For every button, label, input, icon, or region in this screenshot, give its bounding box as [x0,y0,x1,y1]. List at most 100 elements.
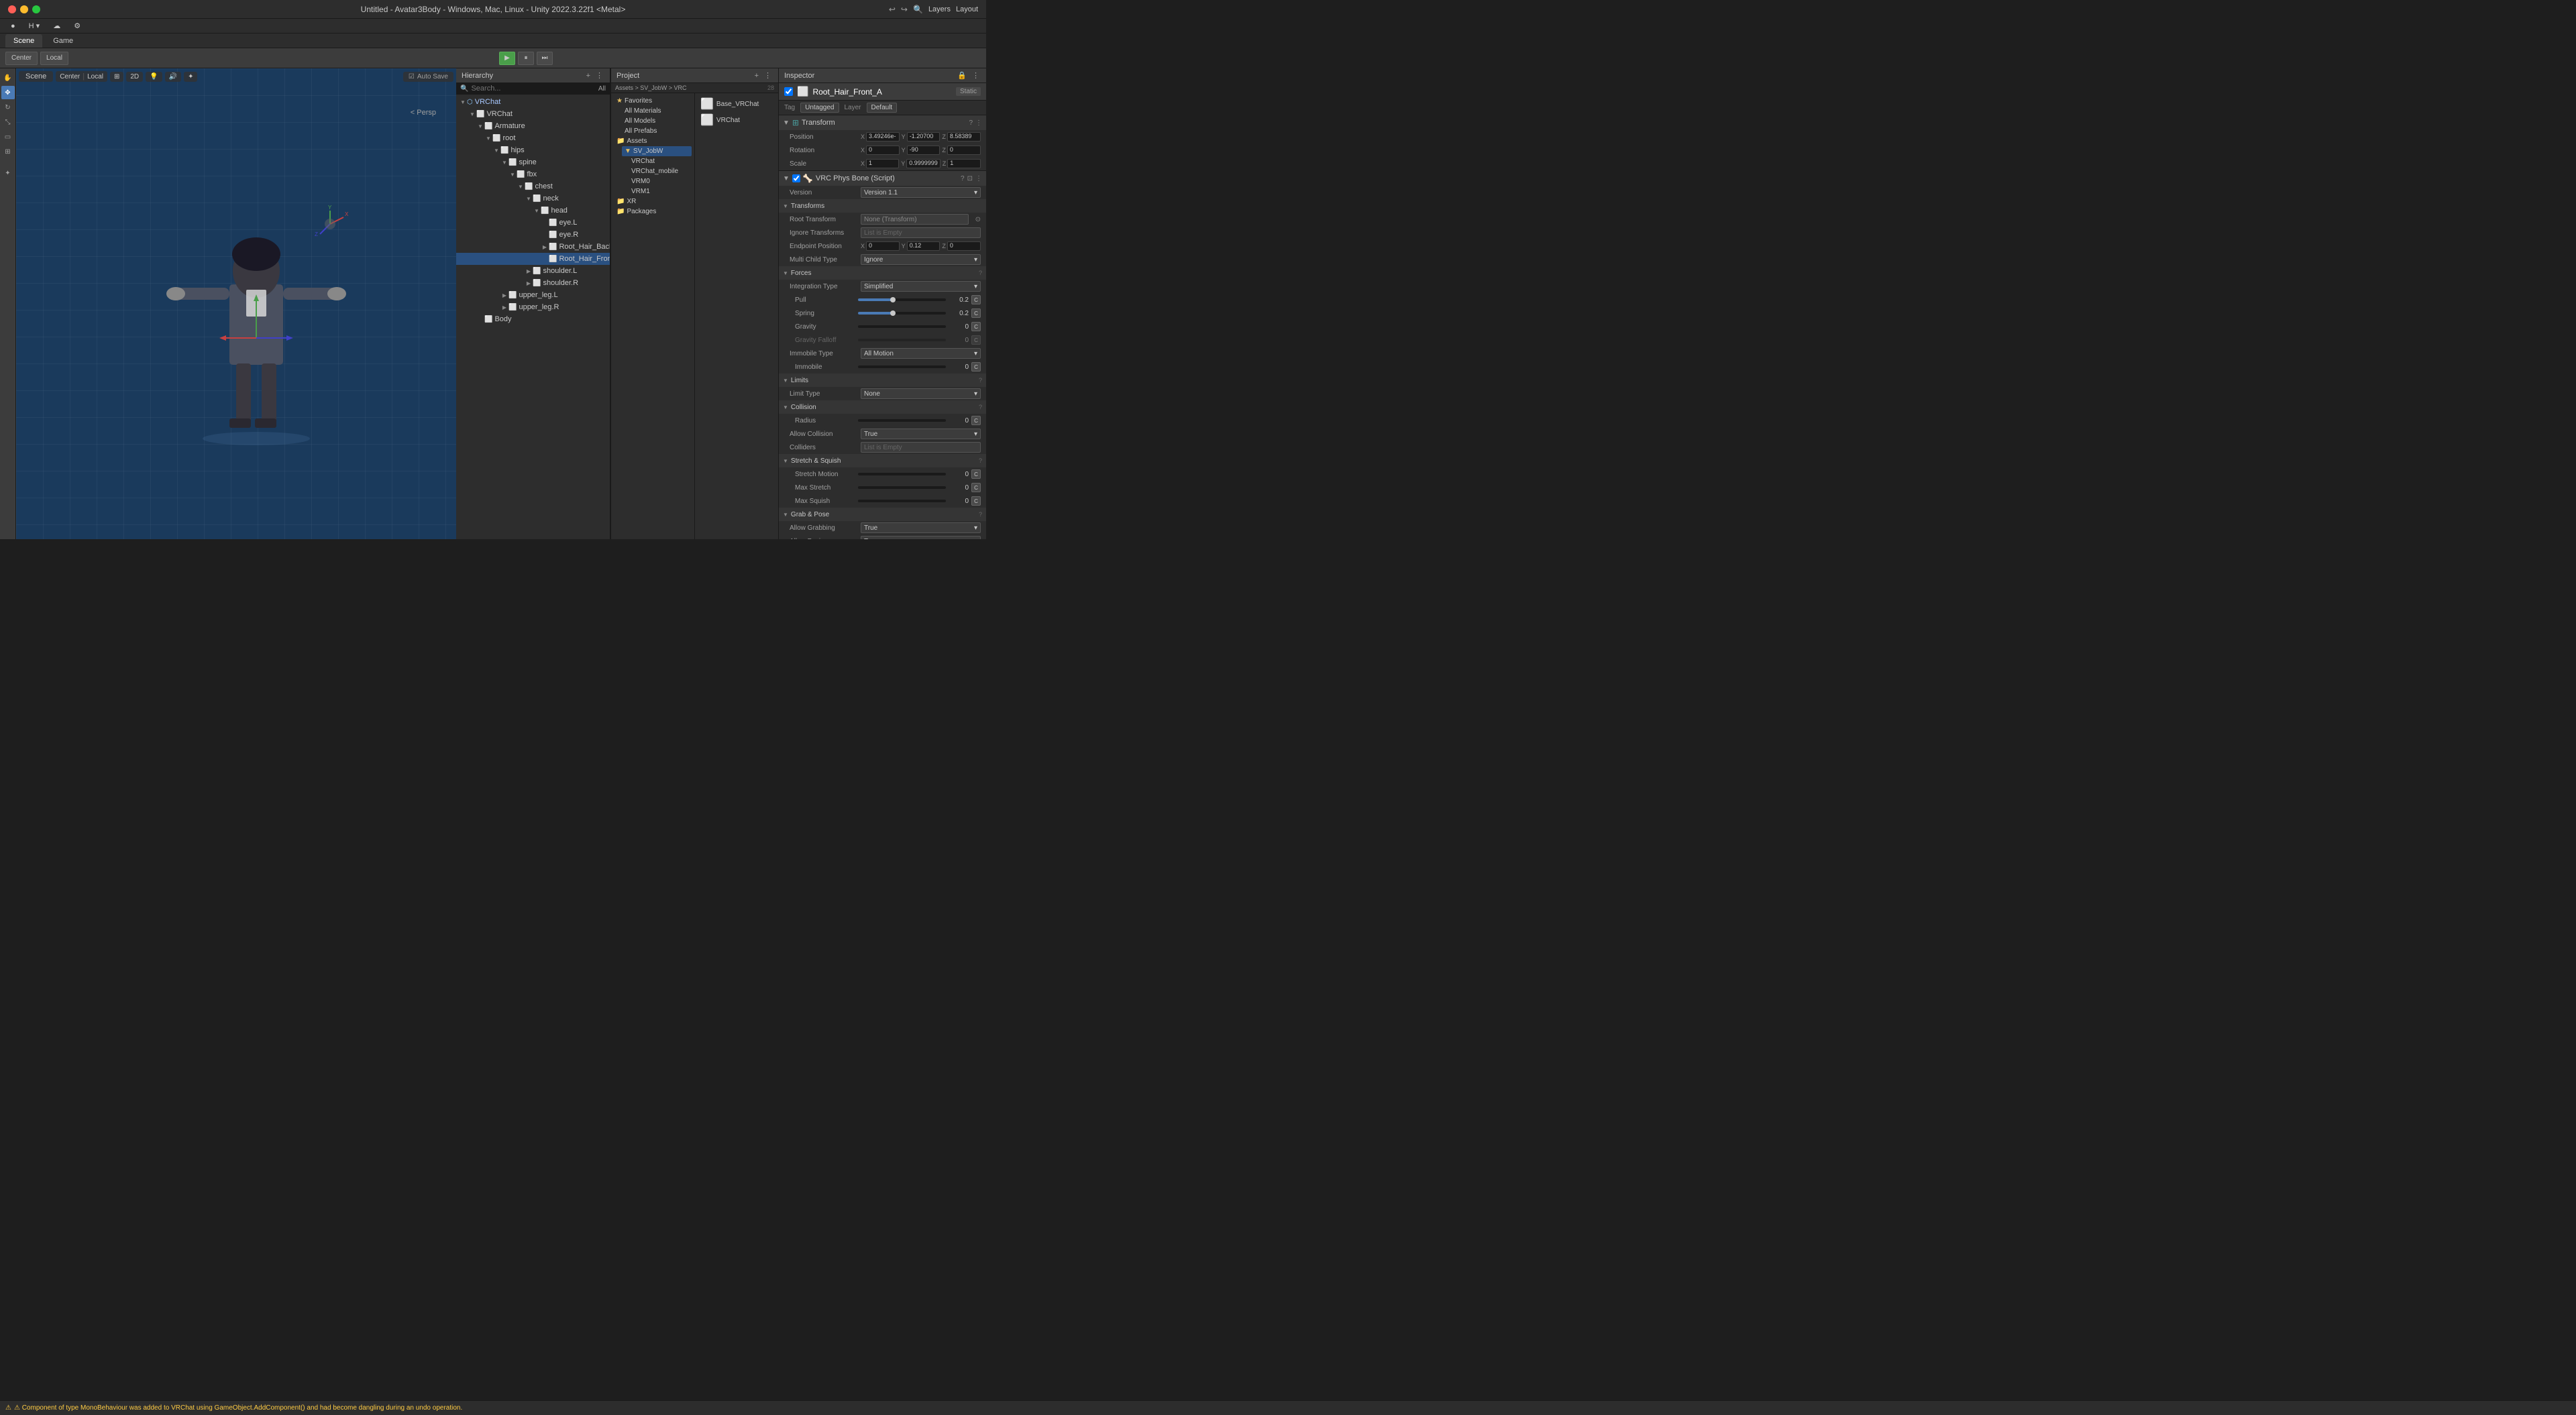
pull-slider[interactable] [858,298,946,301]
tree-item-spine[interactable]: ▼ ⬜ spine [456,156,610,168]
undo-icon[interactable]: ↩ [889,5,896,14]
auto-save-toggle[interactable]: ☑ Auto Save [403,72,453,82]
scale-tool[interactable]: ⤡ [1,115,15,129]
hierarchy-all-label[interactable]: All [598,85,606,93]
sv-jobw-folder[interactable]: ▼ SV_JobW [622,146,692,156]
tree-item-head[interactable]: ▼ ⬜ head [456,205,610,217]
scene-fx-toggle[interactable]: ✦ [184,72,197,82]
stretch-section[interactable]: ▼ Stretch & Squish ? [779,454,986,467]
rotate-tool[interactable]: ↻ [1,101,15,114]
limits-section[interactable]: ▼ Limits ? [779,374,986,387]
layout-label[interactable]: Layout [956,5,978,13]
assets-folder[interactable]: 📁 Assets [614,136,692,146]
local-btn[interactable]: Local [87,73,103,80]
tree-item-shoulder-l[interactable]: ▶ ⬜ shoulder.L [456,265,610,277]
physbone-expand[interactable]: ⊡ [967,175,973,182]
layers-label[interactable]: Layers [928,5,951,13]
allow-posing-dropdown[interactable]: True ▾ [861,536,981,539]
ignore-transforms-value[interactable]: List is Empty [861,227,981,238]
stretch-help[interactable]: ? [979,457,982,464]
favorites-folder[interactable]: ★ Favorites [614,96,692,106]
tree-item-eye-r[interactable]: ▶ ⬜ eye.R [456,229,610,241]
limits-help[interactable]: ? [979,377,982,384]
allow-collision-dropdown[interactable]: True ▾ [861,429,981,439]
vrchat-folder[interactable]: VRChat [629,156,692,166]
spring-slider[interactable] [858,312,946,315]
collision-section[interactable]: ▼ Collision ? [779,400,986,414]
scene-light-toggle[interactable]: 💡 [146,72,162,82]
object-name[interactable]: Root_Hair_Front_A [812,87,881,97]
physbone-header[interactable]: ▼ 🦴 VRC Phys Bone (Script) ? ⊡ ⋮ [779,171,986,186]
integration-type-dropdown[interactable]: Simplified ▾ [861,281,981,292]
collision-help[interactable]: ? [979,404,982,410]
redo-icon[interactable]: ↪ [901,5,908,14]
ep-z[interactable]: 0 [947,241,981,251]
tree-item-upper-leg-r[interactable]: ▶ ⬜ upper_leg.R [456,301,610,313]
pause-button[interactable]: ⏸ [518,52,534,65]
transform-tool[interactable]: ⊞ [1,145,15,158]
gravity-slider[interactable] [858,325,946,328]
immobile-type-dropdown[interactable]: All Motion ▾ [861,348,981,359]
pull-copy[interactable]: C [971,295,981,304]
tree-item-shoulder-r[interactable]: ▶ ⬜ shoulder.R [456,277,610,289]
rect-tool[interactable]: ▭ [1,130,15,144]
all-models-item[interactable]: All Models [622,116,692,126]
object-active-checkbox[interactable] [784,87,793,96]
hierarchy-add-btn[interactable]: + [585,71,592,80]
scale-y-val[interactable]: 0.9999999 [906,159,941,168]
limit-type-dropdown[interactable]: None ▾ [861,388,981,399]
transform-header[interactable]: ▼ ⊞ Transform ? ⋮ [779,115,986,130]
project-menu-btn[interactable]: ⋮ [763,71,773,80]
pos-x-val[interactable]: 3.49246e- [866,132,900,142]
radius-slider[interactable] [858,419,946,422]
vrchat-mobile-folder[interactable]: VRChat_mobile [629,166,692,176]
max-squish-slider[interactable] [858,500,946,502]
rot-x-val[interactable]: 0 [866,146,900,155]
menu-h[interactable]: H ▾ [23,19,46,33]
packages-folder[interactable]: 📁 Packages [614,207,692,217]
version-dropdown[interactable]: Version 1.1 ▾ [861,187,981,198]
center-btn[interactable]: Center [60,73,80,80]
scene-view[interactable]: Scene Center | Local ⊞ 2D 💡 🔊 ✦ ☑ Auto S… [16,68,456,539]
scene-2d-toggle[interactable]: 2D [126,72,143,82]
allow-grabbing-dropdown[interactable]: True ▾ [861,522,981,533]
scale-x-val[interactable]: 1 [866,159,899,168]
tree-item-upper-leg-l[interactable]: ▶ ⬜ upper_leg.L [456,289,610,301]
transform-help[interactable]: ? [969,119,973,127]
move-tool[interactable]: ✥ [1,86,15,99]
all-prefabs-item[interactable]: All Prefabs [622,126,692,136]
search-icon[interactable]: 🔍 [913,5,923,14]
pos-y-val[interactable]: -1.20700 [907,132,941,142]
scene-audio-toggle[interactable]: 🔊 [165,72,181,82]
custom-tool[interactable]: ✦ [1,166,15,180]
tree-item-eye-l[interactable]: ▶ ⬜ eye.L [456,217,610,229]
stretch-motion-copy[interactable]: C [971,469,981,479]
maximize-button[interactable] [32,5,40,13]
layer-value[interactable]: Default [867,103,898,113]
close-button[interactable] [8,5,16,13]
tree-item-hips[interactable]: ▼ ⬜ hips [456,144,610,156]
max-squish-copy[interactable]: C [971,496,981,506]
root-transform-value[interactable]: None (Transform) [861,214,969,225]
colliders-value[interactable]: List is Empty [861,442,981,453]
scale-z-val[interactable]: 1 [947,159,981,168]
base-vrchat-asset[interactable]: ⬜ Base_VRChat [698,96,775,112]
tree-item-vrchat-scene[interactable]: ▼ ⬡ VRChat [456,96,610,108]
tree-item-root-hair-front[interactable]: ▶ ⬜ Root_Hair_Front_A [456,253,610,265]
menu-dot[interactable]: ● [5,19,21,33]
forces-help[interactable]: ? [979,270,982,276]
physbone-enabled-checkbox[interactable] [792,174,800,182]
step-button[interactable]: ⏭ [537,52,553,65]
tree-item-root[interactable]: ▼ ⬜ root [456,132,610,144]
physbone-help[interactable]: ? [961,175,965,182]
rot-y-val[interactable]: -90 [907,146,941,155]
grab-help[interactable]: ? [979,511,982,518]
menu-cloud[interactable]: ☁ [48,19,66,33]
root-transform-pick[interactable]: ⊙ [975,216,981,223]
tree-item-chest[interactable]: ▼ ⬜ chest [456,180,610,192]
tree-item-body[interactable]: ▶ ⬜ Body [456,313,610,325]
menu-gear[interactable]: ⚙ [68,19,86,33]
all-materials-item[interactable]: All Materials [622,106,692,116]
transforms-section[interactable]: ▼ Transforms [779,199,986,213]
physbone-menu[interactable]: ⋮ [975,175,982,182]
